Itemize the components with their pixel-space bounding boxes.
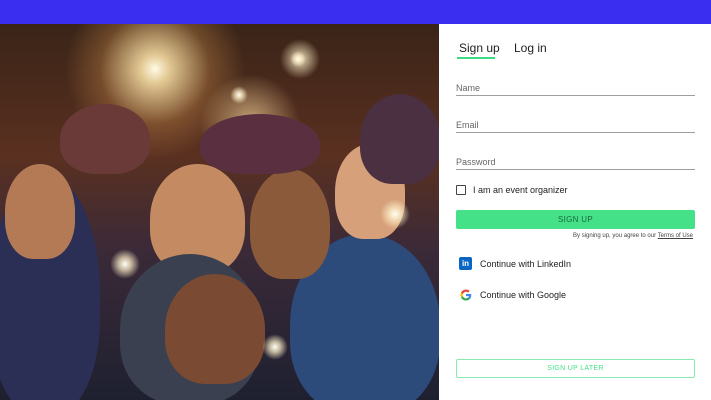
tab-signup[interactable]: Sign up bbox=[459, 41, 500, 55]
linkedin-label: Continue with LinkedIn bbox=[480, 258, 572, 269]
password-input[interactable] bbox=[456, 153, 695, 171]
name-field bbox=[456, 78, 695, 97]
crowd-person bbox=[250, 169, 330, 279]
email-field bbox=[456, 115, 695, 134]
phone-flash bbox=[380, 199, 410, 229]
phone-flash bbox=[230, 86, 248, 104]
terms-notice: By signing up, you agree to our Terms of… bbox=[573, 233, 693, 239]
organizer-row: I am an event organizer bbox=[456, 185, 568, 195]
crowd-person bbox=[5, 164, 75, 259]
linkedin-button[interactable]: in Continue with LinkedIn bbox=[459, 257, 571, 270]
phone-flash bbox=[290, 51, 306, 67]
crowd-person bbox=[360, 94, 439, 184]
signup-button[interactable]: SIGN UP bbox=[456, 210, 695, 229]
password-field bbox=[456, 152, 695, 171]
linkedin-icon: in bbox=[459, 257, 472, 270]
terms-text: By signing up, you agree to our bbox=[573, 233, 658, 239]
tab-login[interactable]: Log in bbox=[514, 41, 547, 55]
phone-flash bbox=[262, 334, 288, 360]
crowd-person bbox=[200, 114, 320, 174]
top-bar bbox=[0, 0, 711, 24]
active-tab-indicator bbox=[457, 57, 495, 59]
google-button[interactable]: Continue with Google bbox=[459, 288, 566, 301]
signup-later-button[interactable]: SIGN UP LATER bbox=[456, 359, 695, 378]
hero-photo bbox=[0, 24, 439, 400]
phone-flash bbox=[110, 249, 140, 279]
email-input[interactable] bbox=[456, 116, 695, 134]
name-input[interactable] bbox=[456, 79, 695, 97]
organizer-label: I am an event organizer bbox=[473, 185, 568, 195]
google-icon bbox=[459, 288, 472, 301]
terms-link[interactable]: Terms of Use bbox=[658, 233, 693, 239]
crowd-person bbox=[165, 274, 265, 384]
crowd-person bbox=[60, 104, 150, 174]
google-label: Continue with Google bbox=[480, 289, 567, 300]
signup-panel: Sign up Log in I am an event organizer S… bbox=[439, 24, 711, 400]
organizer-checkbox[interactable] bbox=[456, 185, 466, 195]
